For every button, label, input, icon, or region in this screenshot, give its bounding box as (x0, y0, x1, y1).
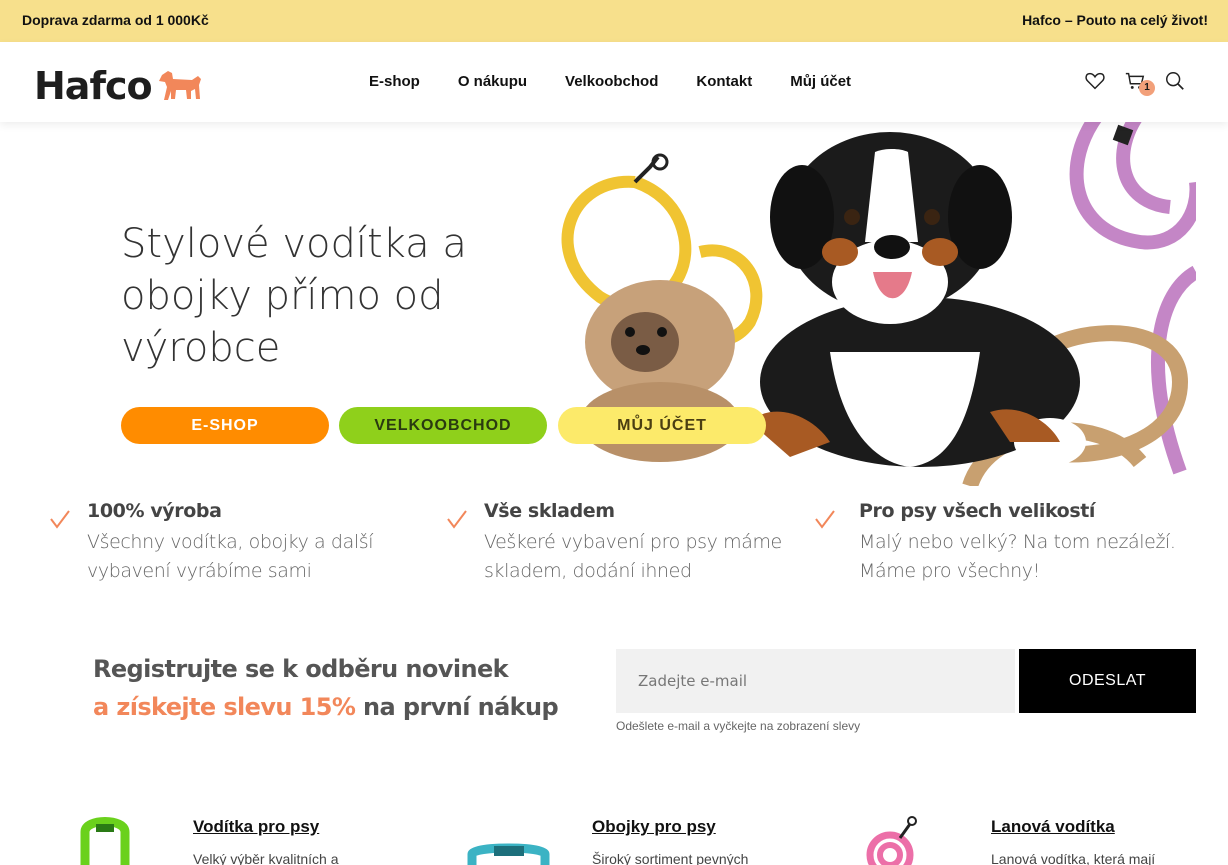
feature-title: 100% výroba (87, 500, 222, 522)
newsletter-subtitle: a získejte slevu 15% na první nákup (93, 693, 559, 721)
free-shipping-text: Doprava zdarma od 1 000Kč (22, 12, 209, 28)
hero-headline-line: obojky přímo od (121, 273, 444, 319)
nav-o-nakupu[interactable]: O nákupu (458, 73, 527, 90)
check-icon (815, 510, 835, 529)
feature-title: Pro psy všech velikostí (859, 500, 1096, 522)
newsletter-subtitle-rest: na první nákup (355, 693, 559, 721)
search-button[interactable] (1164, 70, 1188, 96)
slogan-text: Hafco – Pouto na celý život! (1022, 12, 1208, 28)
search-icon (1166, 72, 1184, 90)
eshop-button[interactable]: E-SHOP (121, 407, 329, 444)
check-icon (50, 510, 70, 529)
category-text: Lanová vodítka, která mají (991, 851, 1156, 865)
hero-section: Stylové vodítka a obojky přímo od výrobc… (0, 122, 1228, 486)
check-icon (447, 510, 467, 529)
site-logo[interactable]: Hafco (34, 64, 206, 108)
category-text: Široký sortiment pevných (592, 851, 749, 865)
newsletter-note: Odešlete e-mail a vyčkejte na zobrazení … (616, 719, 861, 733)
category-text: Velký výběr kvalitních a (193, 851, 339, 865)
category-link-obojky[interactable]: Obojky pro psy (592, 817, 716, 837)
feature-text: Malý nebo velký? Na tom nezáleží. Máme p… (859, 531, 1176, 582)
site-header: Hafco E-shop O nákupu Velkoobchod Kontak… (0, 42, 1228, 122)
feature-text: Všechny vodítka, obojky a další vybavení… (87, 531, 374, 582)
hero-headline: Stylové vodítka a obojky přímo od výrobc… (121, 218, 541, 374)
leash-thumbnail-icon (80, 817, 130, 865)
newsletter-discount-text: a získejte slevu 15% (93, 693, 356, 721)
collar-thumbnail-icon (467, 843, 550, 865)
feature-title: Vše skladem (484, 500, 615, 522)
hero-headline-line: Stylové vodítka a (121, 221, 467, 267)
email-input[interactable] (616, 649, 1015, 713)
cart-count-badge: 1 (1139, 80, 1155, 96)
newsletter-title: Registrujte se k odběru novinek (93, 655, 509, 683)
velkoobchod-button[interactable]: VELKOOBCHOD (339, 407, 547, 444)
nav-eshop[interactable]: E-shop (369, 73, 420, 90)
muj-ucet-button[interactable]: MŮJ ÚČET (558, 407, 766, 444)
rope-leash-thumbnail-icon (866, 816, 917, 865)
category-link-voditka[interactable]: Vodítka pro psy (193, 817, 319, 837)
submit-button[interactable]: ODESLAT (1019, 649, 1196, 713)
cart-button[interactable]: 1 (1124, 70, 1155, 96)
nav-velkoobchod[interactable]: Velkoobchod (565, 73, 658, 90)
heart-icon (1085, 72, 1105, 90)
dog-logo-icon (158, 71, 201, 100)
category-link-lanova-voditka[interactable]: Lanová vodítka (991, 817, 1115, 837)
feature-text: Veškeré vybavení pro psy máme skladem, d… (484, 531, 782, 582)
wishlist-button[interactable] (1084, 70, 1108, 96)
main-navigation: E-shop O nákupu Velkoobchod Kontakt Můj … (350, 73, 870, 90)
nav-kontakt[interactable]: Kontakt (696, 73, 752, 90)
header-icons: 1 (1084, 70, 1204, 96)
top-announcement-bar: Doprava zdarma od 1 000Kč Hafco – Pouto … (0, 0, 1228, 42)
nav-muj-ucet[interactable]: Můj účet (790, 73, 851, 90)
logo-text: Hafco (34, 64, 153, 108)
hero-headline-line: výrobce (121, 325, 281, 371)
